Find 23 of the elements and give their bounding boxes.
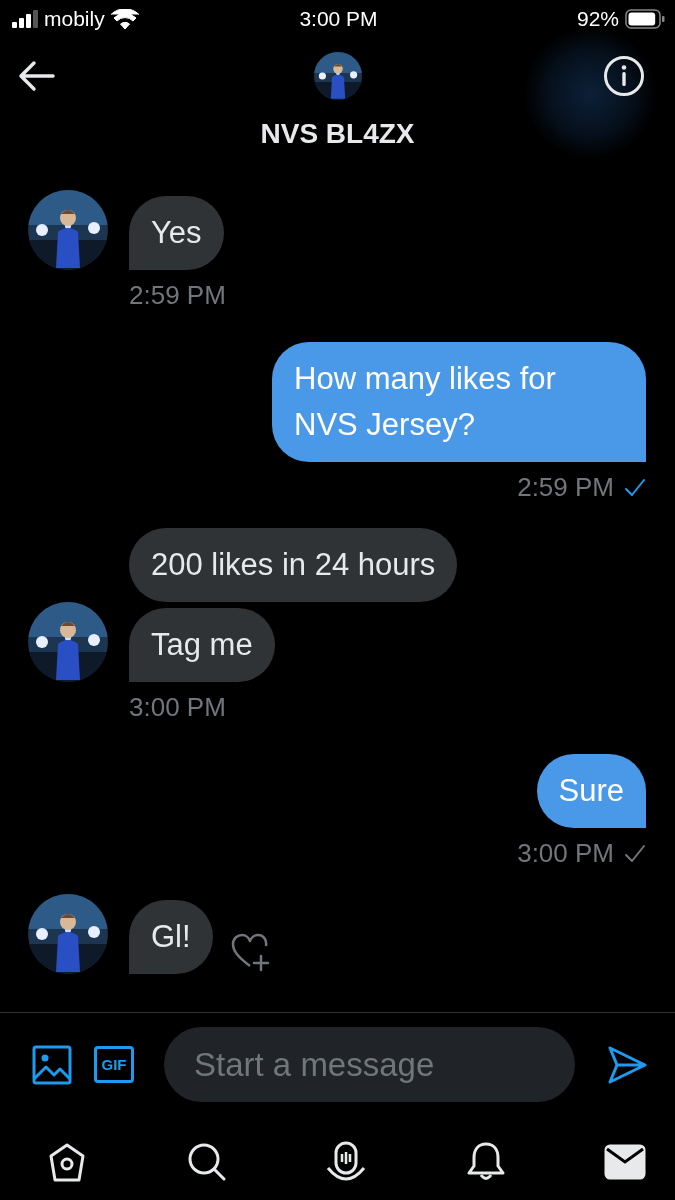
back-button[interactable] — [18, 58, 56, 94]
image-button[interactable] — [32, 1044, 72, 1085]
contact-name: NVS BL4ZX — [260, 118, 415, 150]
message-field[interactable]: Start a message — [164, 1027, 575, 1102]
message-bubble: Tag me — [129, 608, 275, 682]
message-bubble: How many likes for NVS Jersey? — [272, 342, 646, 462]
info-button[interactable] — [603, 55, 645, 97]
message-bubble: Gl! — [129, 900, 213, 974]
status-time: 3:00 PM — [299, 7, 378, 31]
message-time: 3:00 PM — [517, 838, 614, 869]
message-bubble: Yes — [129, 196, 224, 270]
send-button[interactable] — [607, 1044, 647, 1085]
wifi-icon — [110, 9, 139, 29]
message-bubble: Sure — [536, 754, 646, 828]
gif-button[interactable]: GIF — [94, 1046, 134, 1083]
carrier-name: mobily — [44, 7, 105, 31]
message-time: 3:00 PM — [129, 692, 226, 723]
battery-percent: 92% — [576, 7, 619, 31]
message-bubble: 200 likes in 24 hours — [129, 528, 458, 602]
signal-icon — [12, 10, 38, 28]
battery-icon — [625, 9, 665, 29]
message-time: 2:59 PM — [129, 280, 226, 311]
message-time: 2:59 PM — [517, 472, 614, 503]
